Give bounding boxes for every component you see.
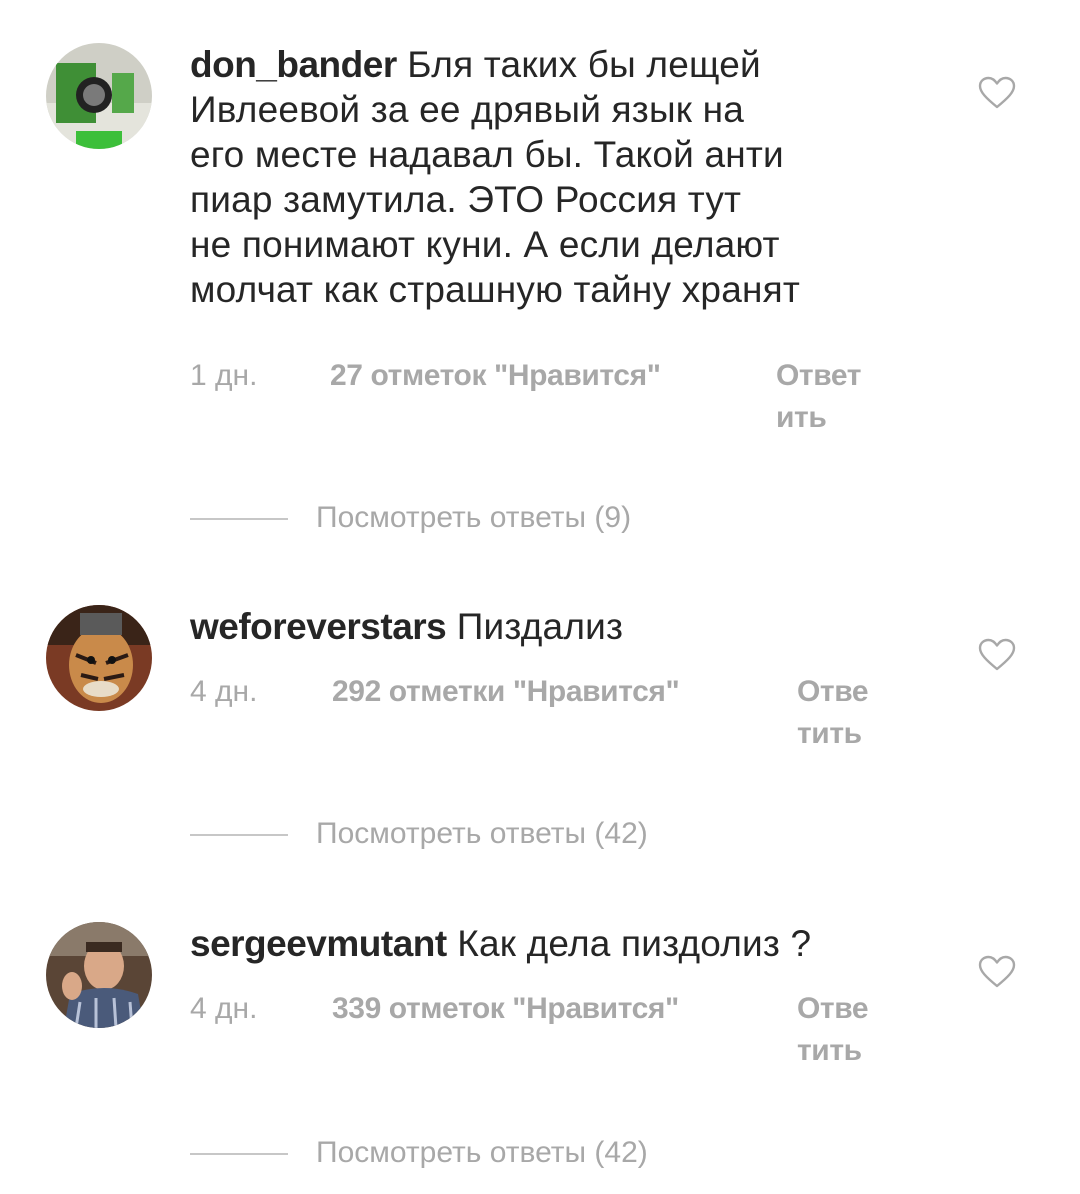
reply-button-label: Ответ	[776, 359, 862, 392]
comment-time: 1 дн.	[190, 359, 258, 392]
reply-button-label: Отве	[797, 675, 869, 708]
comment-username[interactable]: sergeevmutant	[190, 923, 447, 964]
comment-likes-count[interactable]: 292 отметки "Нравится"	[332, 671, 680, 713]
view-replies-link[interactable]: Посмотреть ответы (42)	[316, 1133, 648, 1173]
heart-outline-icon[interactable]	[978, 76, 1016, 110]
reply-button-label: тить	[797, 1034, 862, 1067]
divider	[190, 1153, 288, 1155]
reply-button-label: Отве	[797, 992, 869, 1025]
reply-button-label: ить	[776, 401, 827, 434]
comment-body-line: молчат как страшную тайну хранят	[190, 269, 800, 310]
avatar[interactable]	[46, 605, 152, 711]
comment-username[interactable]: don_bander	[190, 44, 397, 85]
avatar[interactable]	[46, 43, 152, 149]
divider	[190, 834, 288, 836]
comment-likes-count[interactable]: 27 отметок "Нравится"	[330, 355, 661, 397]
reply-button[interactable]: Ответ ить	[776, 355, 861, 439]
comment-text: don_bander Бля таких бы лещей Ивлеевой з…	[190, 42, 910, 312]
comment-body-line: Бля таких бы лещей	[407, 44, 761, 85]
comment-body-line: пиар замутила. ЭТО Россия тут	[190, 179, 742, 220]
comment-username[interactable]: weforeverstars	[190, 606, 447, 647]
divider	[190, 518, 288, 520]
comment-body-line: Пиздализ	[456, 606, 624, 647]
comment-body-line: Ивлеевой за ее дрявый язык на	[190, 89, 745, 130]
heart-outline-icon[interactable]	[978, 955, 1016, 989]
comment-body-line: его месте надавал бы. Такой анти	[190, 134, 784, 175]
comment-body-line: Как дела пиздолиз ?	[457, 923, 812, 964]
comment-body-line: не понимают куни. А если делают	[190, 224, 780, 265]
reply-button-label: тить	[797, 717, 862, 750]
comment-likes-count[interactable]: 339 отметок "Нравится"	[332, 988, 679, 1030]
avatar[interactable]	[46, 922, 152, 1028]
comment-time: 4 дн.	[190, 992, 258, 1025]
comment-text: sergeevmutant Как дела пиздолиз ?	[190, 921, 910, 966]
comment-item: don_bander Бля таких бы лещей Ивлеевой з…	[0, 0, 1080, 560]
heart-outline-icon[interactable]	[978, 638, 1016, 672]
comment-time: 4 дн.	[190, 675, 258, 708]
comment-text: weforeverstars Пиздализ	[190, 604, 910, 649]
view-replies-link[interactable]: Посмотреть ответы (9)	[316, 498, 631, 538]
view-replies-link[interactable]: Посмотреть ответы (42)	[316, 814, 648, 854]
reply-button[interactable]: Отве тить	[797, 671, 869, 755]
reply-button[interactable]: Отве тить	[797, 988, 869, 1072]
